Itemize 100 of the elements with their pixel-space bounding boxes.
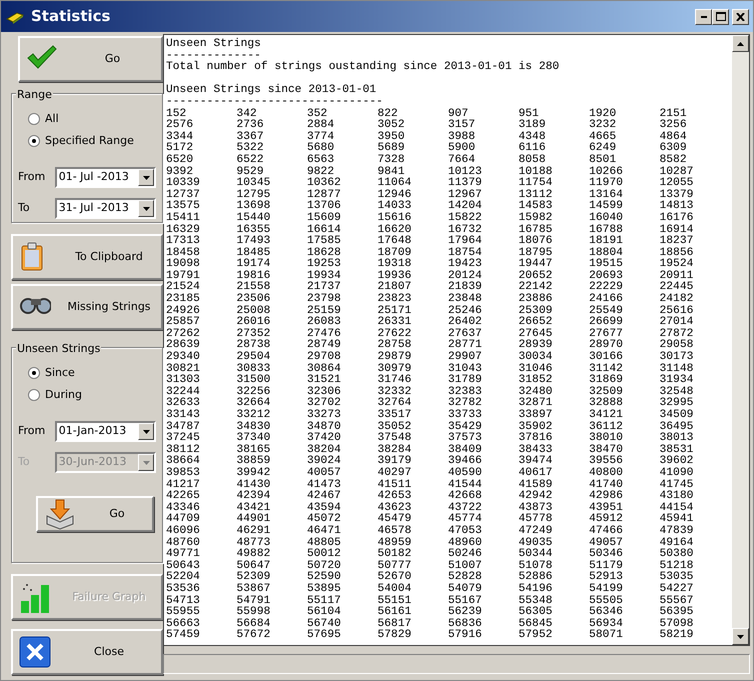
number-cell-text: 5172 <box>166 143 194 154</box>
number-cell-text: 15609 <box>307 212 342 224</box>
number-cell-text: 32548 <box>660 386 694 398</box>
number-cell-text: 21839 <box>448 282 483 294</box>
clipboard-button[interactable]: To Clipboard <box>11 234 163 280</box>
number-cell-text: 13379 <box>660 190 694 201</box>
number-cell-text: 34787 <box>166 422 201 433</box>
number-cell-text: 29708 <box>307 352 342 364</box>
missing-strings-button[interactable]: Missing Strings <box>11 284 163 330</box>
number-cell-text: 18458 <box>166 248 201 259</box>
number-cell-text: 30173 <box>660 352 694 364</box>
number-cell-text: 57459 <box>166 630 201 642</box>
number-cell-text: 29907 <box>448 352 483 364</box>
number-cell-text: 43594 <box>307 502 342 514</box>
radio-button[interactable]: Since <box>18 362 81 384</box>
number-cell-text: 57672 <box>236 630 272 642</box>
number-cell-text: 18754 <box>448 248 483 259</box>
go-button[interactable]: Go <box>36 496 154 532</box>
number-cell-text: 31148 <box>660 364 694 375</box>
number-cell-text: 6249 <box>589 143 618 154</box>
number-cell-text: 33897 <box>518 410 554 422</box>
number-cell-text: 16732 <box>448 224 483 236</box>
number-cell-text: 58219 <box>660 630 694 642</box>
number-cell-text: 19098 <box>166 259 201 270</box>
close-button[interactable] <box>732 8 749 24</box>
number-cell-text: 43421 <box>236 502 272 514</box>
number-cell-text: 23798 <box>307 294 342 306</box>
number-cell-text: 38013 <box>660 433 694 444</box>
number-cell-text: 7664 <box>448 154 476 166</box>
number-cell-text: 33212 <box>236 410 272 422</box>
number-cell-text: 32664 <box>236 398 272 410</box>
number-cell-text: 46578 <box>378 526 412 538</box>
number-cell-text: 43180 <box>660 491 694 502</box>
number-cell-text: 31869 <box>589 375 624 386</box>
date-dropdown[interactable]: 31- Jul -2013 <box>54 198 156 219</box>
number-cell-text: 40800 <box>589 468 624 480</box>
number-cell-text: 19936 <box>378 270 412 282</box>
number-cell-text: 28639 <box>166 340 201 352</box>
number-cell-text: 43873 <box>518 502 554 514</box>
number-cell-text: 6563 <box>307 154 336 166</box>
maximize-button[interactable] <box>712 8 730 24</box>
number-cell-text: 24166 <box>589 294 624 306</box>
number-cell-text: 41090 <box>660 468 694 480</box>
number-cell-text: 12946 <box>378 190 412 201</box>
number-cell-text: 22229 <box>589 282 624 294</box>
number-cell-text: 31521 <box>307 375 342 386</box>
number-cell-text: 32480 <box>518 386 554 398</box>
go-button[interactable]: Go <box>18 36 163 82</box>
number-cell-text: 951 <box>518 108 539 120</box>
scrollbar[interactable] <box>732 35 749 645</box>
number-cell-text: 30034 <box>518 352 554 364</box>
number-cell-text: 3774 <box>307 132 336 143</box>
close-button[interactable]: Close <box>11 629 163 675</box>
number-cell-text: 54791 <box>236 596 272 606</box>
number-cell-text: 48773 <box>236 538 272 549</box>
number-cell-text: 42265 <box>166 491 201 502</box>
number-cell-text: 18856 <box>660 248 694 259</box>
number-cell-text: 13112 <box>518 190 554 201</box>
number-cell-text: 29504 <box>236 352 272 364</box>
number-cell-text: 25246 <box>448 306 483 317</box>
number-cell-text: 48805 <box>307 538 342 549</box>
number-cell-text: 50246 <box>448 549 483 560</box>
number-cell-text: 10362 <box>307 178 342 190</box>
number-cell-text: 20652 <box>518 270 554 282</box>
number-cell-text: 48959 <box>378 538 412 549</box>
number-cell-text: 51218 <box>660 560 694 572</box>
number-cell-text: 53895 <box>307 584 342 596</box>
minimize-button[interactable] <box>695 8 712 24</box>
number-cell-text: 55167 <box>448 596 483 606</box>
number-cell-text: 32995 <box>660 398 694 410</box>
field-label: From <box>18 423 46 440</box>
radio-button[interactable]: All <box>18 108 65 130</box>
date-dropdown[interactable]: 01-Jan-2013 <box>54 421 156 442</box>
number-cell-text: 19423 <box>448 259 483 270</box>
number-cell-text: 39556 <box>589 456 624 468</box>
number-cell-text: 49771 <box>166 549 201 560</box>
number-cell-text: 50346 <box>589 549 624 560</box>
number-cell-text: 46471 <box>307 526 342 538</box>
number-cell-text: 19174 <box>236 259 272 270</box>
number-cell-text: 56104 <box>307 607 342 618</box>
number-cell-text: 18237 <box>660 236 694 248</box>
number-cell-text: 30166 <box>589 352 624 364</box>
number-cell-text: 24182 <box>660 294 694 306</box>
number-cell-text: 54227 <box>660 584 694 596</box>
number-cell-text: 32509 <box>589 386 624 398</box>
radio-button[interactable]: Specified Range <box>18 130 140 152</box>
number-cell-text: 54713 <box>166 596 201 606</box>
number-cell-text: 32256 <box>236 386 272 398</box>
number-cell-text: 38409 <box>448 444 483 456</box>
number-cell-text: 3950 <box>378 132 406 143</box>
number-cell-text: 42986 <box>589 491 624 502</box>
number-cell-text: 3052 <box>378 120 406 132</box>
number-cell-text: 57916 <box>448 630 483 642</box>
number-cell-text: 25171 <box>378 306 412 317</box>
date-dropdown[interactable]: 01- Jul -2013 <box>54 167 156 188</box>
radio-button[interactable]: During <box>18 384 88 406</box>
number-cell-text: 43346 <box>166 502 201 514</box>
number-cell-text: 29058 <box>660 340 694 352</box>
number-cell-text: 53536 <box>166 584 201 596</box>
number-cell-text: 15440 <box>236 212 272 224</box>
